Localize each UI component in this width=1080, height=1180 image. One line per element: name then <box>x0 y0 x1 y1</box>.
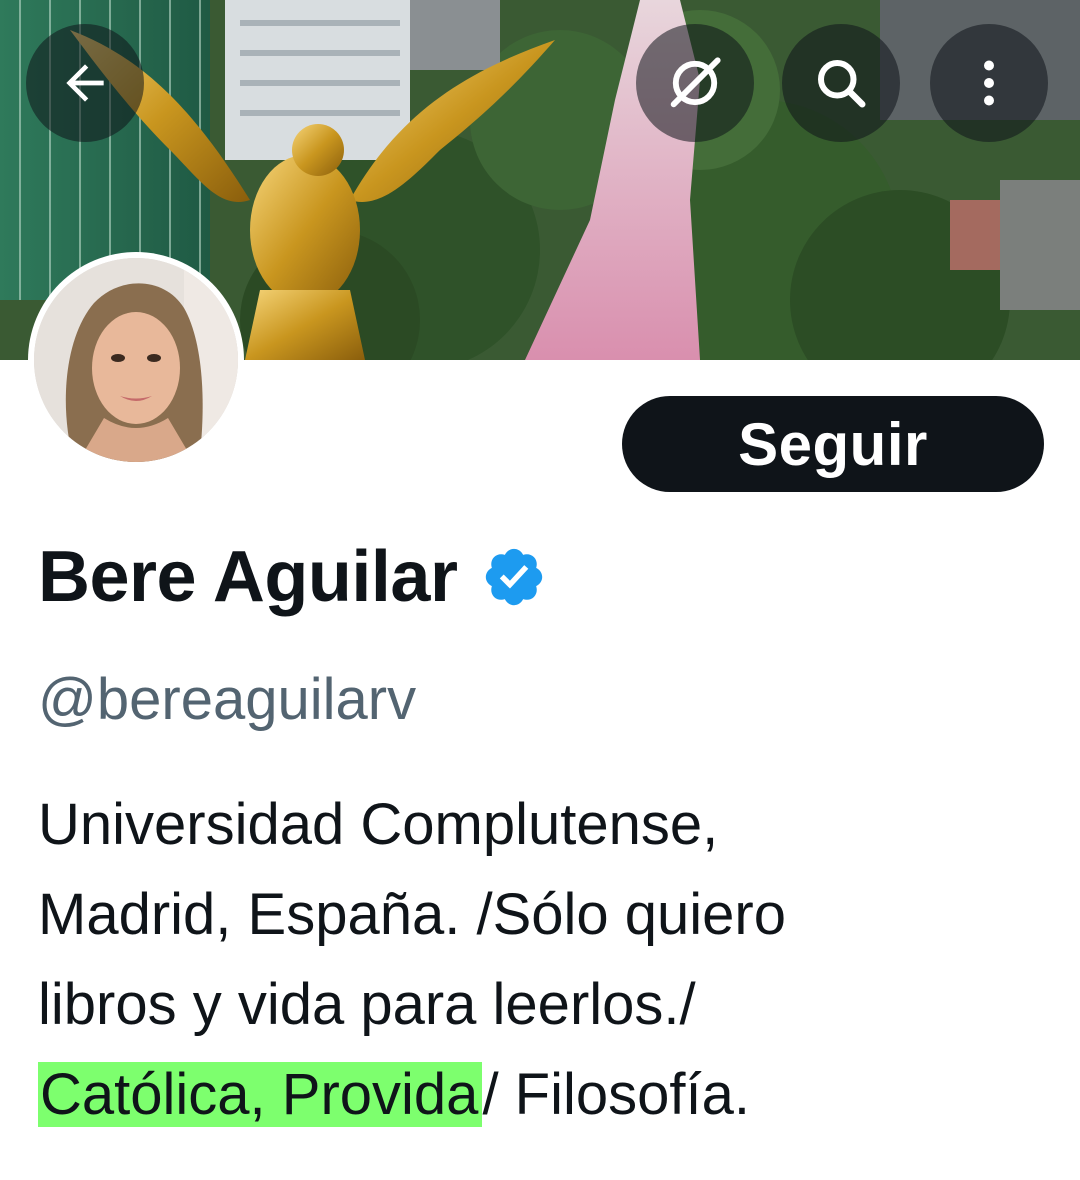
more-vertical-icon <box>984 60 994 106</box>
bio-text: / Filosofía. <box>482 1062 750 1127</box>
profile-name-row: Bere Aguilar <box>38 536 547 618</box>
profile-handle: @bereaguilarv <box>38 667 417 732</box>
bio-line: Universidad Complutense, <box>38 792 719 857</box>
bio-line: Madrid, España. /Sólo quiero <box>38 882 786 947</box>
profile-page: Seguir Bere Aguilar @bereaguilarv Univer… <box>0 0 1080 1180</box>
search-button[interactable] <box>782 24 900 142</box>
avatar-portrait-image <box>34 258 238 462</box>
display-name: Bere Aguilar <box>38 537 458 617</box>
back-button[interactable] <box>26 24 144 142</box>
search-icon <box>818 60 866 108</box>
profile-bio: Universidad Complutense, Madrid, España.… <box>38 780 1048 1140</box>
bio-highlighted-text: Católica, Provida <box>38 1062 483 1127</box>
follow-button[interactable]: Seguir <box>622 396 1044 492</box>
avatar-photo <box>34 258 238 462</box>
bio-line: libros y vida para leerlos./ <box>38 972 696 1037</box>
more-options-button[interactable] <box>930 24 1048 142</box>
bio-line: Católica, Provida/ Filosofía. <box>38 1050 1048 1140</box>
verified-badge-icon <box>486 548 543 606</box>
grok-icon <box>670 57 721 108</box>
avatar[interactable] <box>28 252 244 468</box>
verified-badge[interactable] <box>481 544 547 610</box>
arrow-left-icon <box>66 64 104 102</box>
grok-button[interactable] <box>636 24 754 142</box>
